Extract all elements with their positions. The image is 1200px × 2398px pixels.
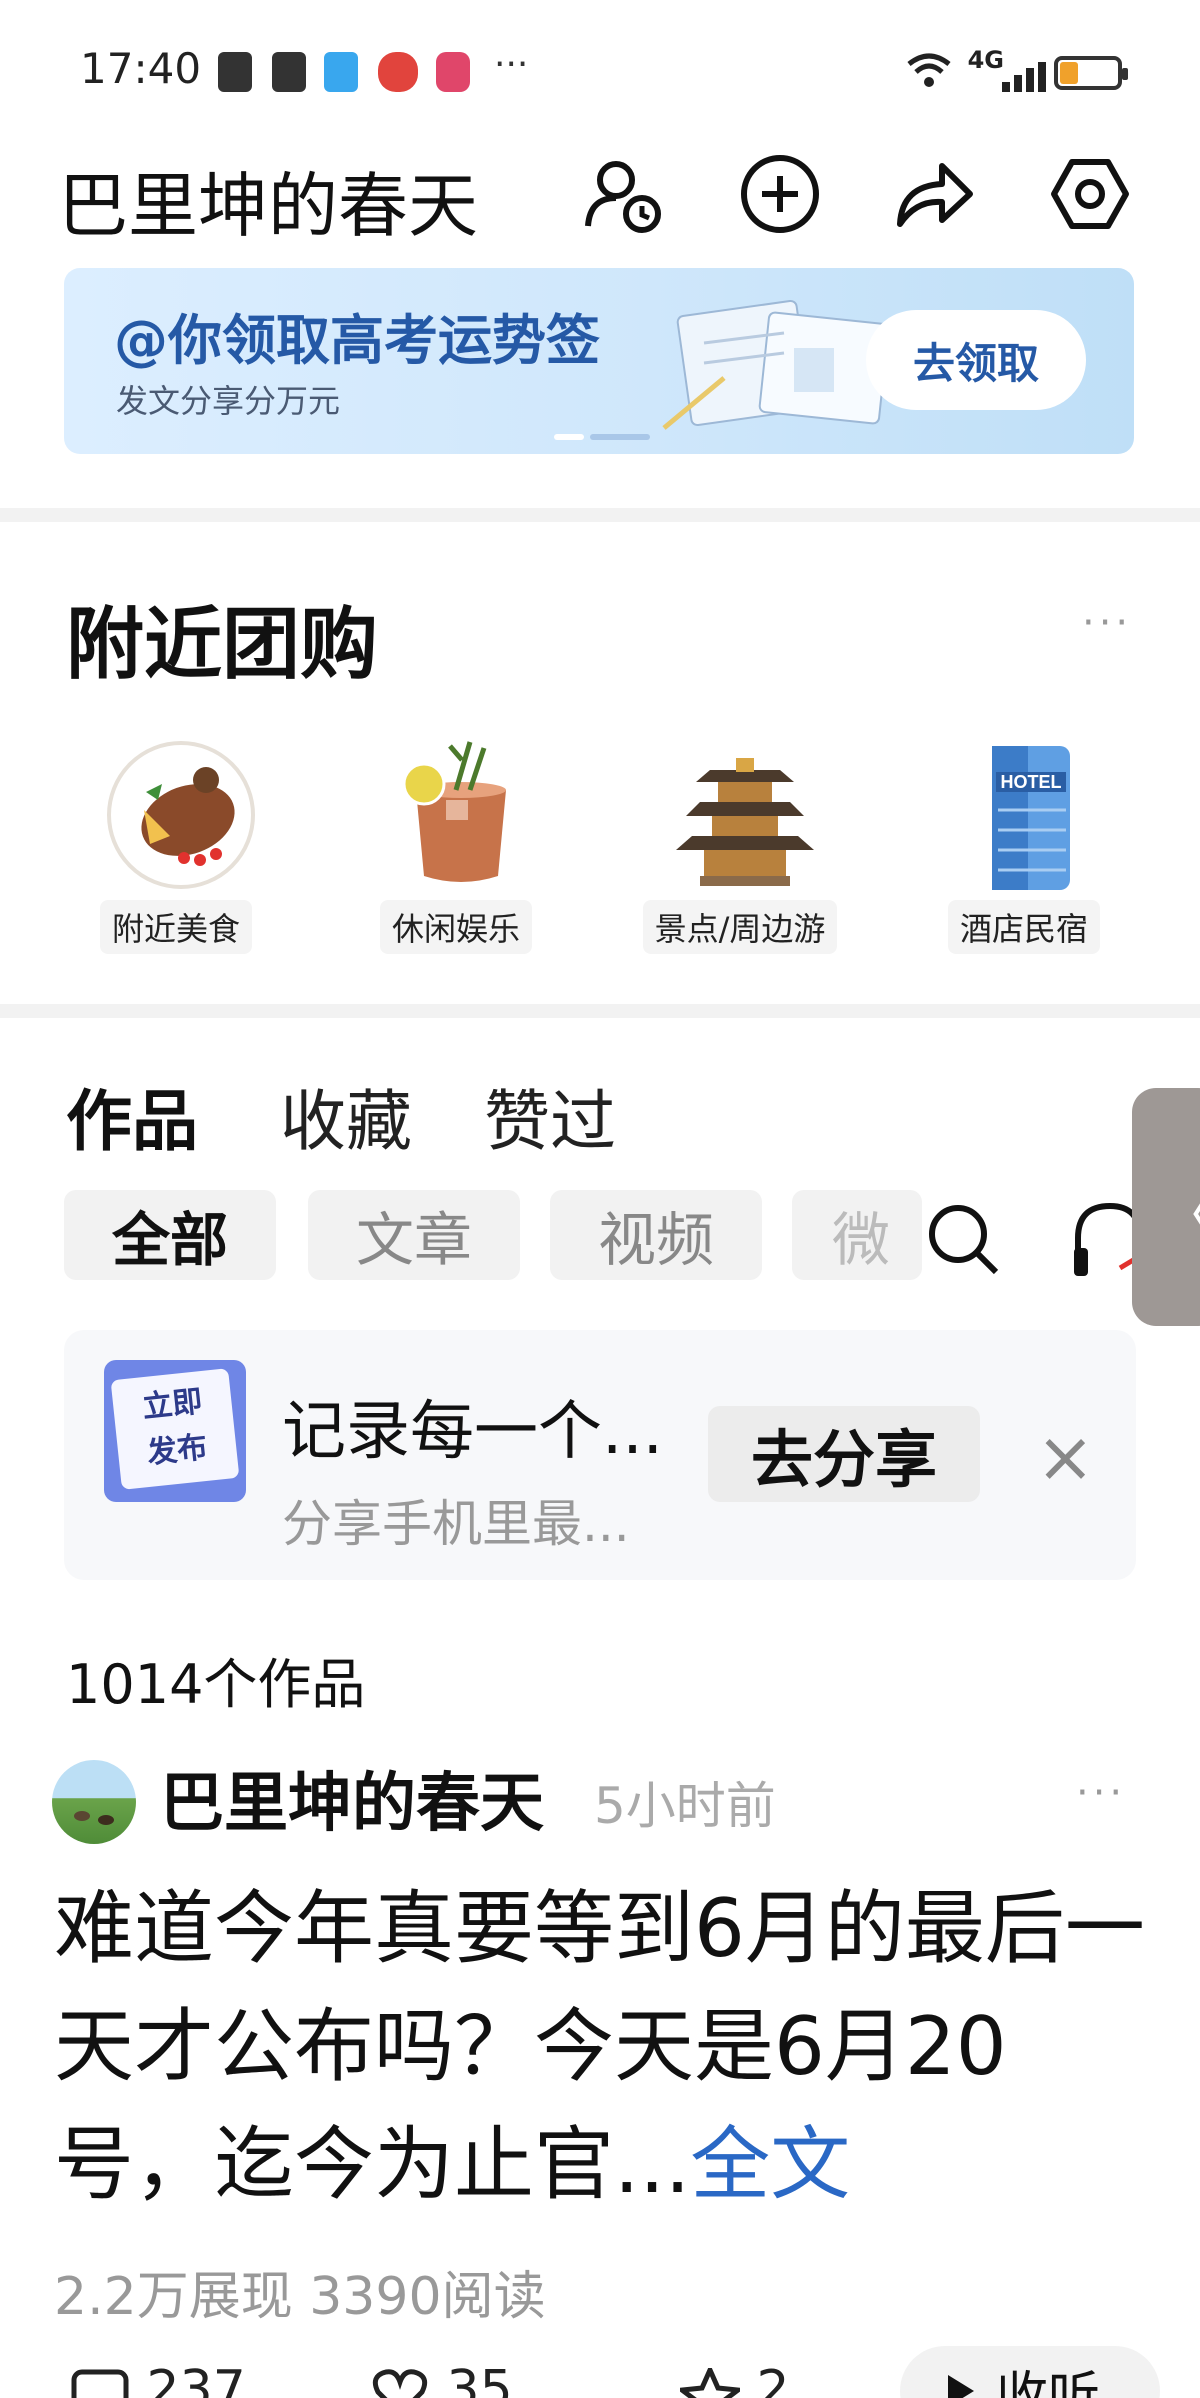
category-label: 酒店民宿 [947, 900, 1100, 954]
search-button[interactable] [920, 1196, 1004, 1280]
share-icon [897, 163, 973, 227]
publish-card-title: 记录每一个... [282, 1395, 664, 1469]
network-type: 4G [967, 46, 1004, 74]
category-leisure[interactable]: 休闲娱乐 [346, 740, 566, 960]
svg-text:HOTEL: HOTEL [1001, 772, 1062, 792]
nearby-more-button[interactable]: ··· [1082, 600, 1132, 646]
steak-food-icon [106, 740, 256, 890]
category-label: 景点/周边游 [642, 900, 838, 954]
favorite-count: 2 [756, 2360, 790, 2398]
wifi-icon [904, 50, 954, 99]
user-clock-button[interactable] [582, 152, 666, 236]
signal-icon [1002, 62, 1054, 92]
battery-icon [1054, 56, 1128, 90]
full-text-link[interactable]: 全文 [690, 2118, 850, 2211]
category-hotel[interactable]: HOTEL 酒店民宿 [914, 740, 1134, 960]
section-divider [0, 508, 1200, 522]
favorite-button[interactable]: 2 [675, 2360, 790, 2398]
comment-count: 237 [146, 2360, 246, 2398]
category-attractions[interactable]: 景点/周边游 [630, 740, 850, 960]
banner-pager [554, 434, 654, 440]
close-icon[interactable]: × [1036, 1416, 1095, 1498]
comment-button[interactable]: 237 [70, 2360, 246, 2398]
tab-favorites[interactable]: 收藏 [280, 1068, 412, 1164]
side-drawer-handle[interactable]: 〈 [1132, 1088, 1200, 1326]
post-time: 5小时前 [594, 1777, 776, 1835]
status-time: 17:40 [80, 44, 202, 93]
publish-card-subtitle: 分享手机里最... [282, 1495, 630, 1553]
settings-icon [1051, 159, 1129, 229]
go-share-button[interactable]: 去分享 [708, 1406, 980, 1502]
settings-button[interactable] [1048, 152, 1132, 236]
filter-articles[interactable]: 文章 [308, 1190, 520, 1280]
post-author[interactable]: 巴里坤的春天 [160, 1752, 544, 1844]
video-app-icon [436, 52, 470, 92]
section-divider [0, 1004, 1200, 1018]
works-count: 1014个作品 [66, 1653, 366, 1716]
tab-works[interactable]: 作品 [66, 1068, 198, 1164]
headphones-button[interactable] [1070, 1196, 1143, 1280]
hotel-building-icon: HOTEL [954, 740, 1104, 890]
headphones-icon [1074, 1202, 1143, 1276]
post-stats: 2.2万展现 3390阅读 [54, 2267, 546, 2327]
banner-subtitle: 发文分享分万元 [116, 382, 341, 420]
category-label: 休闲娱乐 [379, 900, 532, 954]
category-label: 附近美食 [99, 900, 252, 954]
nearby-section-title: 附近团购 [66, 600, 379, 690]
shopping-618-icon [378, 52, 418, 92]
tab-liked[interactable]: 赞过 [484, 1068, 616, 1164]
star-icon [675, 2363, 745, 2398]
publish-now-icon: 立即 发布 [104, 1360, 246, 1502]
like-count: 35 [446, 2360, 513, 2398]
share-button[interactable] [892, 152, 976, 236]
post-text[interactable]: 难道今年真要等到6月的最后一天才公布吗？今天是6月20号，迄今为止官...全文 [54, 1870, 1154, 2224]
listen-button[interactable]: 收听 [900, 2346, 1160, 2398]
avatar[interactable] [52, 1760, 136, 1844]
page-title: 巴里坤的春天 [58, 165, 478, 247]
pagoda-tower-icon [670, 740, 820, 890]
filter-micro[interactable]: 微 [792, 1190, 922, 1280]
category-nearby-food[interactable]: 附近美食 [66, 740, 286, 960]
listen-label: 收听 [996, 2366, 1101, 2398]
claim-button[interactable]: 去领取 [866, 310, 1086, 410]
post-body: 难道今年真要等到6月的最后一天才公布吗？今天是6月20号，迄今为止官... [54, 1882, 1145, 2211]
post-more-button[interactable]: ··· [1076, 1770, 1126, 1816]
chevron-left-icon: 〈 [1158, 1168, 1200, 1255]
add-button[interactable] [738, 152, 822, 236]
play-icon [948, 2375, 974, 2398]
filter-videos[interactable]: 视频 [550, 1190, 762, 1280]
cocktail-drink-icon [386, 740, 536, 890]
like-button[interactable]: 35 [370, 2360, 513, 2398]
upload-icon [272, 52, 306, 92]
user-clock-icon [585, 161, 661, 233]
status-more: ··· [494, 44, 529, 85]
upload-icon [218, 52, 252, 92]
search-icon [929, 1205, 999, 1275]
promo-banner[interactable]: @你领取高考运势签 发文分享分万元 去领取 [64, 268, 1134, 454]
banner-title: @你领取高考运势签 [114, 309, 600, 372]
status-bar: 17:40 ··· 4G [0, 0, 1200, 140]
comment-icon [71, 2369, 129, 2398]
filter-all[interactable]: 全部 [64, 1190, 276, 1280]
heart-icon [372, 2369, 428, 2398]
add-icon [741, 155, 819, 233]
reader-app-icon [324, 52, 358, 92]
